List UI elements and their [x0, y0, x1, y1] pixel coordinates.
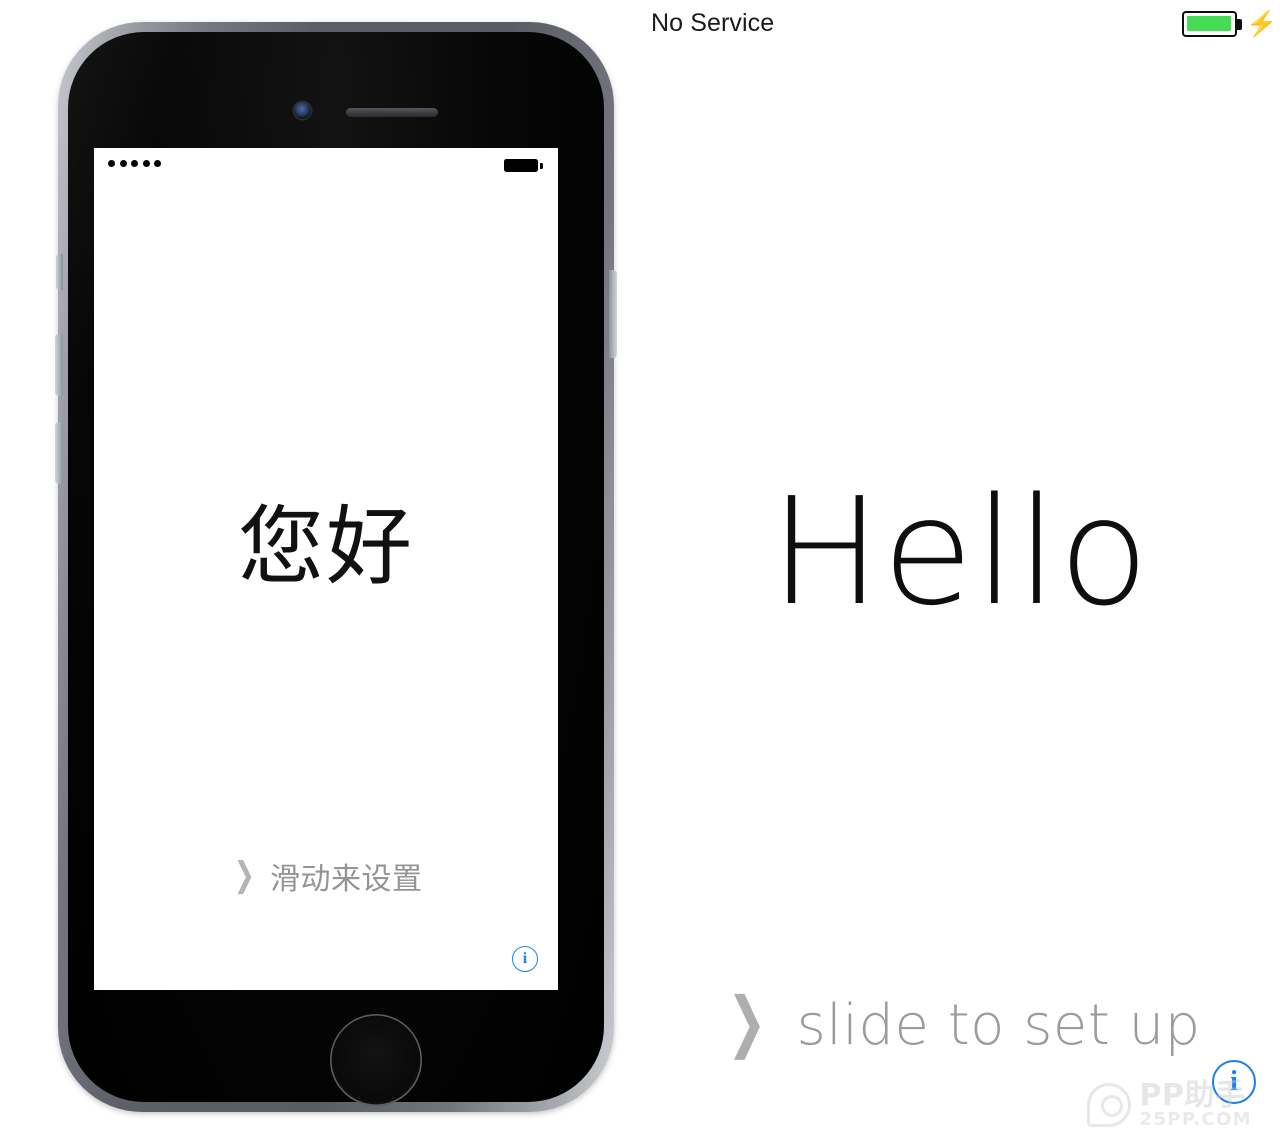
earpiece-speaker-icon — [346, 108, 438, 117]
phone-slide-to-setup[interactable]: ❯ 滑动来设置 — [94, 854, 558, 898]
slide-to-setup-label: slide to set up — [796, 992, 1201, 1058]
volume-down-button[interactable] — [55, 422, 63, 484]
screenshot-root: No Service ⚡ 您好 ❯ 滑动来设置 i Hello ❯ slide … — [0, 0, 1280, 1136]
phone-info-button[interactable]: i — [512, 946, 538, 972]
home-button[interactable] — [330, 1014, 422, 1106]
page-title: Hello — [769, 466, 1151, 638]
watermark-subtitle: 25PP.COM — [1139, 1109, 1252, 1131]
phone-greeting-text: 您好 — [238, 497, 414, 597]
device-screen[interactable]: 您好 ❯ 滑动来设置 i — [94, 148, 558, 990]
setup-panel: Hello ❯ slide to set up i PP助手 25PP.COM — [640, 0, 1280, 1136]
front-camera-icon — [294, 102, 311, 119]
phone-slide-label: 滑动来设置 — [270, 862, 423, 897]
chevron-right-icon: ❯ — [233, 855, 255, 895]
volume-up-button[interactable] — [55, 334, 63, 396]
slide-to-setup-control[interactable]: ❯ slide to set up — [640, 983, 1280, 1060]
pp-assistant-logo-icon — [1087, 1082, 1132, 1127]
chevron-right-icon: ❯ — [727, 983, 767, 1060]
iphone-device: 您好 ❯ 滑动来设置 i — [55, 22, 617, 1112]
info-circle-icon: i — [522, 950, 528, 967]
silent-switch[interactable] — [56, 254, 63, 290]
power-button[interactable] — [609, 270, 617, 358]
info-button[interactable]: i — [1212, 1060, 1256, 1104]
info-circle-icon: i — [1230, 1066, 1238, 1097]
